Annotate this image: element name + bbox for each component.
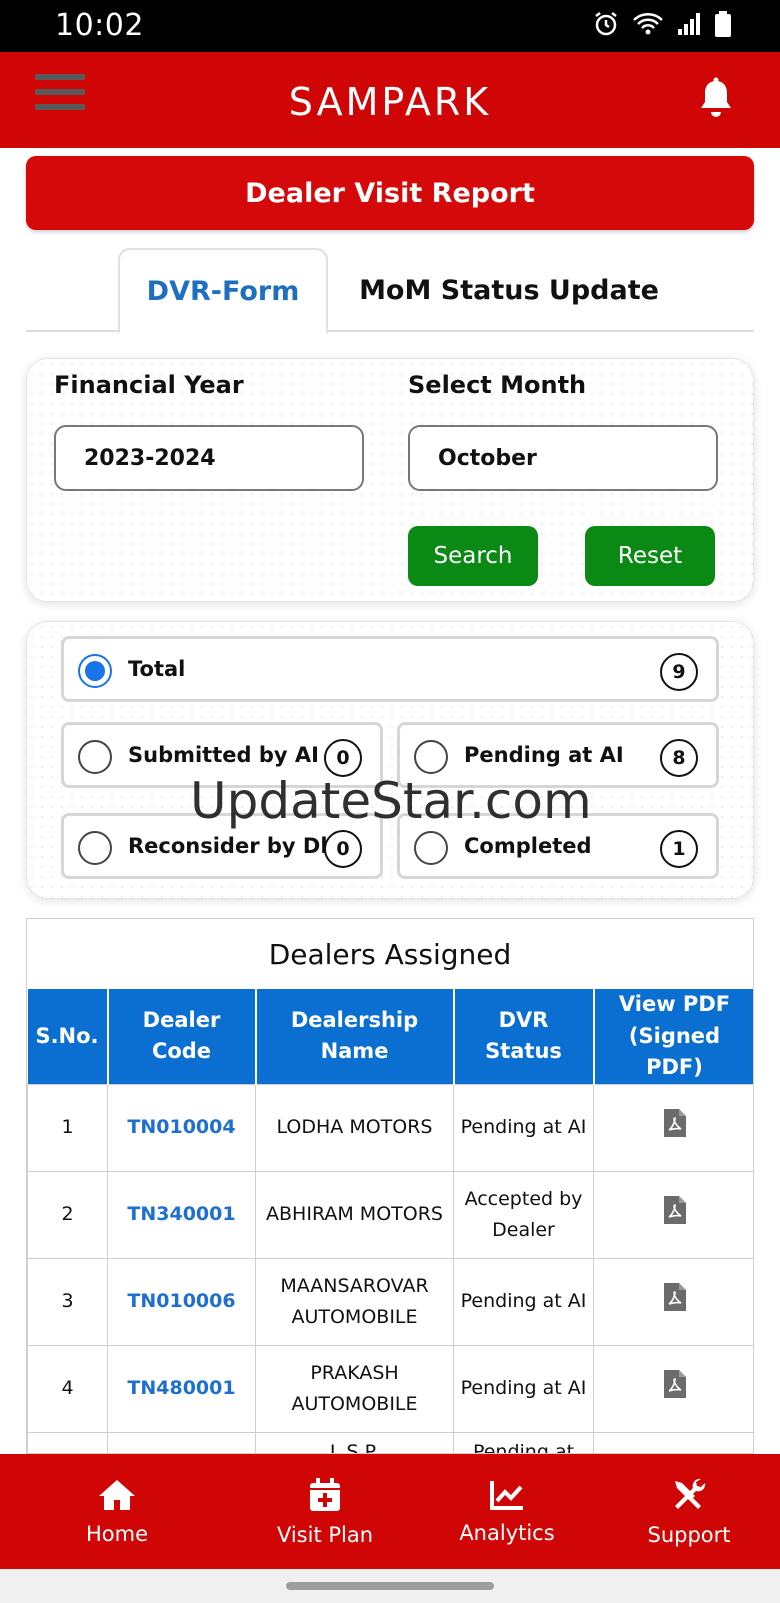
filter-total-label: Total <box>128 657 186 681</box>
signal-icon <box>678 13 700 35</box>
filter-submitted-label: Submitted by AI <box>128 743 319 767</box>
nav-analytics[interactable]: Analytics <box>416 1454 598 1569</box>
watermark: UpdateStar.com <box>190 772 592 830</box>
radio-reconsider-by-dlr[interactable] <box>78 831 112 865</box>
cell-dealership-name: L.S.P. <box>255 1431 454 1453</box>
col-sno: S.No. <box>27 989 109 1084</box>
reset-button[interactable]: Reset <box>585 526 715 586</box>
status-bar: 10:02 <box>0 0 780 52</box>
filter-reconsider-count: 0 <box>324 830 362 868</box>
cell-view-pdf[interactable] <box>593 1083 753 1172</box>
pdf-icon[interactable] <box>663 1282 687 1312</box>
dealers-grid: S.No. Dealer Code Dealership Name DVR St… <box>27 989 753 1453</box>
calendar-plus-icon <box>310 1477 340 1511</box>
radio-total[interactable] <box>78 654 112 688</box>
wifi-icon <box>633 13 663 35</box>
tools-icon <box>675 1478 706 1509</box>
dealer-code-link[interactable]: TN340001 <box>107 1170 256 1259</box>
alarm-icon <box>595 12 617 36</box>
app-brand: SAMPARK <box>288 80 492 124</box>
table-row: L.S.P. Pending at <box>27 1431 753 1453</box>
tab-mom-status-update[interactable]: MoM Status Update <box>344 248 674 332</box>
col-dealer-code: Dealer Code <box>107 989 257 1084</box>
col-dvr-status: DVR Status <box>453 989 595 1084</box>
cell-sno: 4 <box>27 1344 108 1433</box>
table-row: 4 TN480001 PRAKASH AUTOMOBILE Pending at… <box>27 1344 753 1433</box>
col-dealership-name: Dealership Name <box>255 989 455 1084</box>
cell-view-pdf[interactable] <box>593 1257 753 1346</box>
filter-total[interactable]: Total 9 <box>61 636 719 702</box>
dealer-code-link[interactable]: TN010006 <box>107 1257 256 1346</box>
cell-sno: 1 <box>27 1083 108 1172</box>
pdf-icon[interactable] <box>663 1108 687 1138</box>
nav-support-label: Support <box>647 1522 731 1547</box>
cell-view-pdf[interactable] <box>593 1170 753 1259</box>
filter-pending-count: 8 <box>660 739 698 777</box>
nav-visit-plan-label: Visit Plan <box>276 1522 374 1547</box>
page-title: Dealer Visit Report <box>26 156 754 230</box>
cell-dealership-name: MAANSAROVAR AUTOMOBILE <box>255 1257 454 1346</box>
bottom-nav: Home Visit Plan Analytics Support <box>0 1454 780 1569</box>
cell-sno: 3 <box>27 1257 108 1346</box>
cell-dealership-name: LODHA MOTORS <box>255 1083 454 1172</box>
chart-line-icon <box>490 1480 523 1510</box>
nav-support[interactable]: Support <box>598 1454 780 1569</box>
filter-pending-label: Pending at AI <box>464 743 624 767</box>
filter-completed-count: 1 <box>660 830 698 868</box>
dealer-code-link[interactable]: TN010004 <box>107 1083 256 1172</box>
month-label: Select Month <box>408 371 587 399</box>
home-icon <box>99 1479 135 1510</box>
filter-reconsider-label: Reconsider by Dlr <box>128 834 338 858</box>
cell-sno: 2 <box>27 1170 108 1259</box>
nav-visit-plan[interactable]: Visit Plan <box>234 1454 416 1569</box>
tab-dvr-form[interactable]: DVR-Form <box>118 248 328 334</box>
nav-analytics-label: Analytics <box>459 1520 555 1545</box>
battery-icon <box>715 11 731 37</box>
month-select[interactable]: October <box>408 425 718 491</box>
dealer-code-link[interactable]: TN480001 <box>107 1344 256 1433</box>
financial-year-label: Financial Year <box>54 371 244 399</box>
nav-home[interactable]: Home <box>0 1454 234 1569</box>
radio-submitted-by-ai[interactable] <box>78 740 112 774</box>
table-row: 3 TN010006 MAANSAROVAR AUTOMOBILE Pendin… <box>27 1257 753 1346</box>
table-row: 1 TN010004 LODHA MOTORS Pending at AI <box>27 1083 753 1172</box>
dealer-code-link[interactable] <box>107 1431 256 1453</box>
nav-home-label: Home <box>85 1521 148 1546</box>
cell-view-pdf[interactable] <box>593 1344 753 1433</box>
status-icons <box>592 10 732 38</box>
app-header: SAMPARK <box>0 52 780 148</box>
system-home-bar <box>0 1569 780 1603</box>
pdf-icon[interactable] <box>663 1369 687 1399</box>
dealers-table: Dealers Assigned S.No. Dealer Code Deale… <box>26 918 754 1454</box>
radio-completed[interactable] <box>414 831 448 865</box>
cell-dvr-status: Pending at AI <box>453 1257 594 1346</box>
cell-dvr-status: Pending at AI <box>453 1344 594 1433</box>
financial-year-select[interactable]: 2023-2024 <box>54 425 364 491</box>
status-filter-card: Total 9 Submitted by AI 0 Pending at AI … <box>26 621 754 899</box>
home-indicator[interactable] <box>286 1582 494 1590</box>
cell-dealership-name: PRAKASH AUTOMOBILE <box>255 1344 454 1433</box>
search-button[interactable]: Search <box>408 526 538 586</box>
status-time: 10:02 <box>55 8 144 43</box>
pdf-icon[interactable] <box>663 1195 687 1225</box>
col-view-pdf: View PDF (Signed PDF) <box>593 989 753 1084</box>
cell-dealership-name: ABHIRAM MOTORS <box>255 1170 454 1259</box>
cell-dvr-status: Pending at <box>453 1431 594 1453</box>
filter-card: Financial Year 2023-2024 Select Month Oc… <box>26 358 754 602</box>
table-row: 2 TN340001 ABHIRAM MOTORS Accepted by De… <box>27 1170 753 1259</box>
radio-pending-at-ai[interactable] <box>414 740 448 774</box>
cell-dvr-status: Pending at AI <box>453 1083 594 1172</box>
bell-icon[interactable] <box>696 77 736 121</box>
filter-completed-label: Completed <box>464 834 592 858</box>
table-title: Dealers Assigned <box>268 937 512 971</box>
cell-view-pdf[interactable] <box>593 1431 753 1453</box>
filter-total-count: 9 <box>660 653 698 691</box>
cell-sno <box>27 1431 108 1453</box>
cell-dvr-status: Accepted by Dealer <box>453 1170 594 1259</box>
tab-bar: DVR-Form MoM Status Update <box>26 248 754 334</box>
